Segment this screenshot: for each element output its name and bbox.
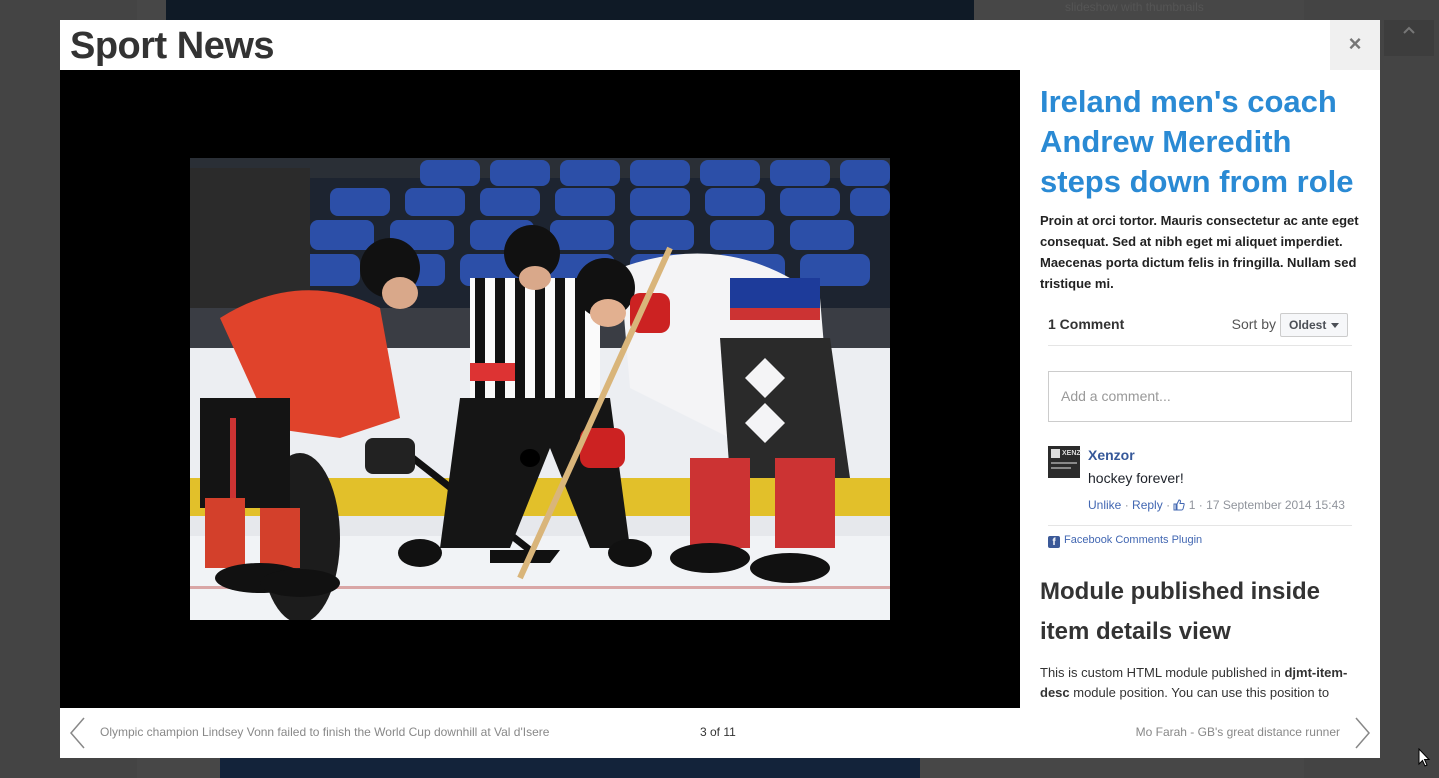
background-thumbnail-strip [166,0,974,20]
reply-link[interactable]: Reply [1132,498,1163,512]
hockey-photo [190,158,890,620]
comment-input[interactable]: Add a comment... [1048,371,1352,422]
facebook-plugin-link[interactable]: f Facebook Comments Plugin [1048,534,1202,548]
close-button[interactable]: × [1330,20,1380,70]
modal-title: Sport News [70,25,275,67]
caret-down-icon [1331,323,1339,328]
slide-counter: 3 of 11 [700,725,736,739]
comment-author[interactable]: Xenzor [1088,447,1135,463]
facebook-comments: 1 Comment Sort by Oldest Add a comment..… [1048,306,1352,548]
facebook-plugin-label: Facebook Comments Plugin [1064,534,1203,546]
comment-item: XENZ Xenzor hockey forever! Unlike · Rep… [1048,446,1352,526]
modal-header: Sport News × [60,20,1380,70]
sort-label: Sort by [1231,316,1276,332]
item-details-panel: Ireland men's coach Andrew Meredith step… [1020,70,1380,708]
comment-count: 1 Comment [1048,316,1125,332]
modal-footer: Olympic champion Lindsey Vonn failed to … [60,708,1380,758]
comment-text: hockey forever! [1088,470,1184,486]
like-count: 1 [1188,498,1196,512]
chevron-left-icon[interactable] [68,716,88,750]
lightbox-modal: Sport News × Ireland men's coach Andrew … [60,20,1380,758]
image-pane [60,70,1020,708]
background-bottom-banner [220,758,920,778]
scroll-top-button[interactable] [1384,20,1434,56]
sort-value: Oldest [1289,318,1327,332]
unlike-link[interactable]: Unlike [1088,498,1121,512]
comment-meta: Unlike · Reply · 1 · 17 September 2014 1… [1088,498,1345,512]
next-item-title[interactable]: Mo Farah - GB's great distance runner [1136,725,1340,739]
close-icon: × [1348,31,1362,56]
avatar[interactable]: XENZ [1048,446,1081,478]
thumbs-up-icon [1173,499,1186,511]
article-intro: Proin at orci tortor. Mauris consectetur… [1040,213,1359,291]
avatar-logo-mark [1051,449,1060,458]
background-sidebar-text: slideshow with thumbnails [1065,0,1204,14]
facebook-icon: f [1048,536,1060,548]
article-title[interactable]: Ireland men's coach Andrew Meredith step… [1040,82,1370,202]
avatar-logo-text: XENZ [1062,450,1081,457]
module-text: This is custom HTML module published in … [1040,665,1348,700]
prev-item-title[interactable]: Olympic champion Lindsey Vonn failed to … [100,725,549,739]
mouse-cursor-icon [1418,748,1431,767]
module-title: Module published inside item details vie… [1040,578,1321,645]
comment-timestamp[interactable]: 17 September 2014 15:43 [1206,498,1345,512]
chevron-right-icon[interactable] [1352,716,1372,750]
comments-header: 1 Comment Sort by Oldest [1048,306,1352,346]
chevron-up-icon [1403,26,1415,34]
sort-dropdown[interactable]: Oldest [1280,313,1348,337]
